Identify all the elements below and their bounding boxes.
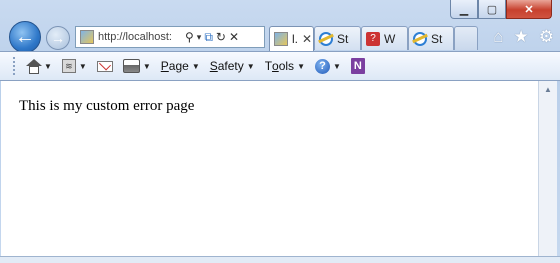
maximize-button[interactable]: ▢ [478,0,506,19]
mail-icon [96,60,113,72]
chevron-down-icon[interactable]: ▼ [333,62,341,71]
minimize-button[interactable]: ▁ [450,0,478,19]
window-controls: ▁ ▢ ✕ [450,0,552,19]
refresh-icon[interactable]: ↻ [216,30,226,44]
forward-arrow-icon: → [51,30,65,46]
tools-menu[interactable]: To ols ▼ [265,59,305,73]
new-tab-button[interactable] [454,26,478,50]
forward-button[interactable]: → [46,26,70,50]
page-icon [274,32,288,46]
question-icon: ? [366,31,380,46]
tools-gear-icon[interactable]: ⚙ [539,27,554,47]
page-menu-label: age [168,59,189,73]
read-mail-button[interactable] [96,60,113,72]
onenote-button[interactable]: N [350,58,365,74]
browser-right-icons: ⌂ ★ ⚙ [493,27,554,47]
tools-menu-label: ols [278,59,295,73]
page-menu[interactable]: Page ▼ [161,59,200,73]
favorites-star-icon[interactable]: ★ [514,27,529,47]
browser-window: ▁ ▢ ✕ ← → http://localhost: ⚲ ▾ ⧉ ↻ ✕ l.… [0,0,560,263]
chevron-down-icon: ▼ [297,61,305,71]
tab-1[interactable]: l. ✕ [269,26,314,51]
printer-icon [122,59,140,73]
tab-3[interactable]: ? W [361,26,408,50]
toolbar-grip[interactable] [13,57,18,75]
tab-label: l. [292,32,298,46]
vertical-scrollbar[interactable]: ▲ [538,81,557,256]
home-icon[interactable]: ⌂ [493,27,503,47]
help-button[interactable]: ? ▼ [314,58,341,74]
tab-label: St [431,31,443,46]
ie-icon [319,31,333,46]
chevron-down-icon: ▼ [246,61,255,71]
chevron-down-icon: ▼ [191,61,200,71]
address-input[interactable]: http://localhost: [98,31,182,43]
tab-4[interactable]: St [408,26,454,50]
feeds-button[interactable]: ≋ ▼ [61,59,87,73]
safety-menu-accesskey: S [209,59,218,73]
onenote-icon: N [350,58,365,74]
compatibility-view-icon[interactable]: ⧉ [204,30,213,45]
print-button[interactable]: ▼ [122,59,151,73]
close-tab-icon[interactable]: ✕ [302,32,312,46]
scroll-up-icon[interactable]: ▲ [539,81,557,98]
stop-icon[interactable]: ✕ [229,30,239,44]
close-window-button[interactable]: ✕ [506,0,552,19]
address-dropdown-icon[interactable]: ▾ [197,32,202,43]
error-message: This is my custom error page [19,98,195,114]
back-arrow-icon: ← [15,25,35,48]
tab-2[interactable]: St [314,26,361,50]
home-icon [26,58,42,74]
command-bar: ▼ ≋ ▼ ▼ Page ▼ Safety ▼ To ols ▼ ? ▼ N [0,51,560,81]
chevron-down-icon[interactable]: ▼ [44,62,52,71]
rss-icon: ≋ [61,59,76,73]
tab-label: St [337,31,349,46]
safety-menu-label: afety [217,59,244,73]
page-content: This is my custom error page [1,81,538,256]
help-icon: ? [314,58,330,74]
tools-menu-prefix: T [264,59,273,73]
site-favicon [80,30,94,44]
tools-menu-accesskey: o [272,59,279,73]
chevron-down-icon[interactable]: ▼ [79,62,87,71]
chevron-down-icon[interactable]: ▼ [143,62,151,71]
search-icon[interactable]: ⚲ [185,30,194,44]
page-menu-accesskey: P [160,59,169,73]
back-button[interactable]: ← [9,21,41,53]
tab-label: W [384,31,396,46]
home-button[interactable]: ▼ [26,58,52,74]
safety-menu[interactable]: Safety ▼ [210,59,255,73]
address-bar[interactable]: http://localhost: ⚲ ▾ ⧉ ↻ ✕ [75,26,265,48]
ie-icon [413,31,427,46]
